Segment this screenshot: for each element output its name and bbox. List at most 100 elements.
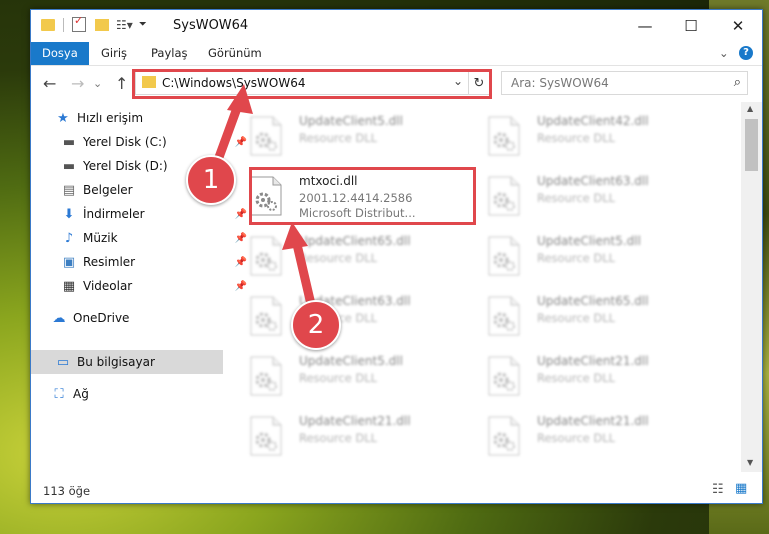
videos-icon: ▦: [62, 278, 76, 294]
dll-file-icon: [487, 356, 521, 396]
file-item[interactable]: UpdateClient65.dll Resource DLL: [249, 228, 477, 284]
scroll-up-icon[interactable]: ▲: [747, 104, 753, 113]
dll-file-icon: [249, 416, 283, 456]
tab-dosya[interactable]: Dosya: [31, 42, 89, 65]
file-list: UpdateClient5.dll Resource DLL mtxoci.dll 2…: [227, 102, 741, 472]
file-type: Resource DLL: [299, 251, 378, 265]
file-name: UpdateClient21.dll: [299, 414, 411, 428]
file-item[interactable]: UpdateClient21.dll Resource DLL: [487, 348, 715, 404]
title-bar: ✓ ☷▾ ⏷ SysWOW64 — ☐ ✕: [31, 10, 762, 42]
maximize-button[interactable]: ☐: [668, 10, 714, 42]
address-highlight: [132, 69, 492, 99]
recent-locations-icon[interactable]: ⌄: [93, 77, 102, 90]
toolbar-dropdown-icon[interactable]: ⏷: [139, 19, 147, 30]
file-name: UpdateClient21.dll: [537, 354, 649, 368]
cloud-icon: ☁: [52, 310, 66, 326]
details-view-icon[interactable]: ☷: [712, 482, 724, 497]
sidebar-item-drive-c[interactable]: ▬ Yerel Disk (C:) 📌: [31, 130, 253, 154]
file-item[interactable]: UpdateClient63.dllResource DLL: [249, 288, 477, 344]
ribbon-collapse-icon[interactable]: ⌄: [719, 42, 729, 65]
file-type: Resource DLL: [537, 191, 616, 205]
vertical-scrollbar[interactable]: ▲ ▼: [741, 102, 762, 472]
file-type: Resource DLL: [299, 131, 378, 145]
sidebar-item-downloads[interactable]: ⬇ İndirmeler 📌: [31, 202, 253, 226]
file-explorer-window: ✓ ☷▾ ⏷ SysWOW64 — ☐ ✕ Dosya Giriş Paylaş…: [30, 9, 763, 504]
forward-arrow-icon[interactable]: →: [71, 74, 84, 93]
search-placeholder: Ara: SysWOW64: [511, 76, 609, 90]
step-badge-1: 1: [186, 155, 236, 205]
file-item[interactable]: UpdateClient63.dllResource DLL: [487, 168, 715, 224]
sidebar-item-label: Bu bilgisayar: [77, 355, 155, 369]
tab-giris[interactable]: Giriş: [101, 42, 127, 65]
file-item[interactable]: UpdateClient5.dll Resource DLL: [249, 108, 477, 164]
dll-file-icon: [487, 176, 521, 216]
up-arrow-icon[interactable]: ↑: [115, 74, 128, 93]
star-icon: ★: [57, 110, 69, 126]
scrollbar-thumb[interactable]: [745, 119, 758, 171]
dll-file-icon: [487, 296, 521, 336]
sidebar-item-this-pc[interactable]: ▭ Bu bilgisayar: [31, 350, 223, 374]
search-icon: ⌕: [733, 75, 741, 90]
tab-paylas[interactable]: Paylaş: [151, 42, 188, 65]
sidebar-item-label: Müzik: [83, 231, 118, 245]
scroll-down-icon[interactable]: ▼: [747, 458, 753, 467]
new-folder-icon[interactable]: [95, 18, 109, 31]
minimize-button[interactable]: —: [622, 10, 668, 42]
dll-file-icon: [487, 416, 521, 456]
file-name: UpdateClient65.dll: [537, 294, 649, 308]
sidebar-item-music[interactable]: ♪ Müzik 📌: [31, 226, 253, 250]
dll-file-icon: [487, 236, 521, 276]
sidebar-item-onedrive[interactable]: ☁ OneDrive: [31, 306, 243, 330]
sidebar-item-label: Yerel Disk (C:): [83, 135, 167, 149]
sidebar-item-label: Hızlı erişim: [77, 111, 144, 125]
file-item[interactable]: UpdateClient5.dll Resource DLL: [487, 228, 715, 284]
dll-file-icon: [249, 356, 283, 396]
sidebar-item-videos[interactable]: ▦ Videolar 📌: [31, 274, 253, 298]
file-name: UpdateClient5.dll: [537, 234, 641, 248]
sidebar-item-label: İndirmeler: [83, 207, 145, 221]
sidebar-item-label: Ağ: [73, 387, 89, 401]
file-item[interactable]: UpdateClient5.dll Resource DLL: [249, 348, 477, 404]
sidebar-item-label: OneDrive: [73, 311, 130, 325]
sidebar-item-pictures[interactable]: ▣ Resimler 📌: [31, 250, 253, 274]
file-item[interactable]: UpdateClient21.dll Resource DLL: [249, 408, 477, 464]
sidebar-item-label: Videolar: [83, 279, 133, 293]
help-icon[interactable]: ?: [739, 46, 753, 60]
file-name: UpdateClient5.dll: [299, 114, 403, 128]
dll-file-icon: [249, 296, 283, 336]
network-icon: ⛶: [54, 386, 64, 402]
file-highlight: [249, 167, 476, 225]
drive-icon: ▬: [62, 158, 76, 174]
download-icon: ⬇: [63, 206, 75, 222]
status-bar: 113 öğe ☷ ▦: [31, 480, 762, 502]
sidebar-item-network[interactable]: ⛶ Ağ: [31, 382, 243, 406]
file-type: Resource DLL: [537, 251, 616, 265]
properties-icon[interactable]: ✓: [72, 14, 86, 32]
documents-icon: ▤: [62, 182, 76, 198]
step-badge-2: 2: [291, 300, 341, 350]
sidebar-item-label: Belgeler: [83, 183, 133, 197]
customize-icon[interactable]: ☷▾: [116, 18, 133, 32]
tiles-view-icon[interactable]: ▦: [735, 481, 747, 496]
file-item[interactable]: UpdateClient42.dll Resource DLL: [487, 108, 715, 164]
file-type: Resource DLL: [299, 371, 378, 385]
music-icon: ♪: [64, 230, 74, 246]
tab-gorunum[interactable]: Görünüm: [208, 42, 262, 65]
pictures-icon: ▣: [62, 254, 76, 270]
folder-icon: [41, 18, 55, 31]
dll-file-icon: [487, 116, 521, 156]
file-item[interactable]: UpdateClient65.dll Resource DLL: [487, 288, 715, 344]
search-input[interactable]: Ara: SysWOW64 ⌕: [501, 71, 748, 95]
toolbar-separator: [63, 17, 64, 32]
ribbon: Dosya Giriş Paylaş Görünüm ⌄ ?: [31, 42, 762, 66]
close-button[interactable]: ✕: [715, 10, 761, 42]
file-type: Resource DLL: [537, 431, 616, 445]
back-arrow-icon[interactable]: ←: [43, 74, 56, 93]
file-type: Resource DLL: [299, 431, 378, 445]
sidebar-item-quick-access[interactable]: ★ Hızlı erişim: [31, 106, 247, 130]
dll-file-icon: [249, 116, 283, 156]
drive-icon: ▬: [62, 134, 76, 150]
computer-icon: ▭: [56, 354, 70, 370]
file-item[interactable]: UpdateClient21.dll Resource DLL: [487, 408, 715, 464]
sidebar-item-label: Yerel Disk (D:): [83, 159, 168, 173]
